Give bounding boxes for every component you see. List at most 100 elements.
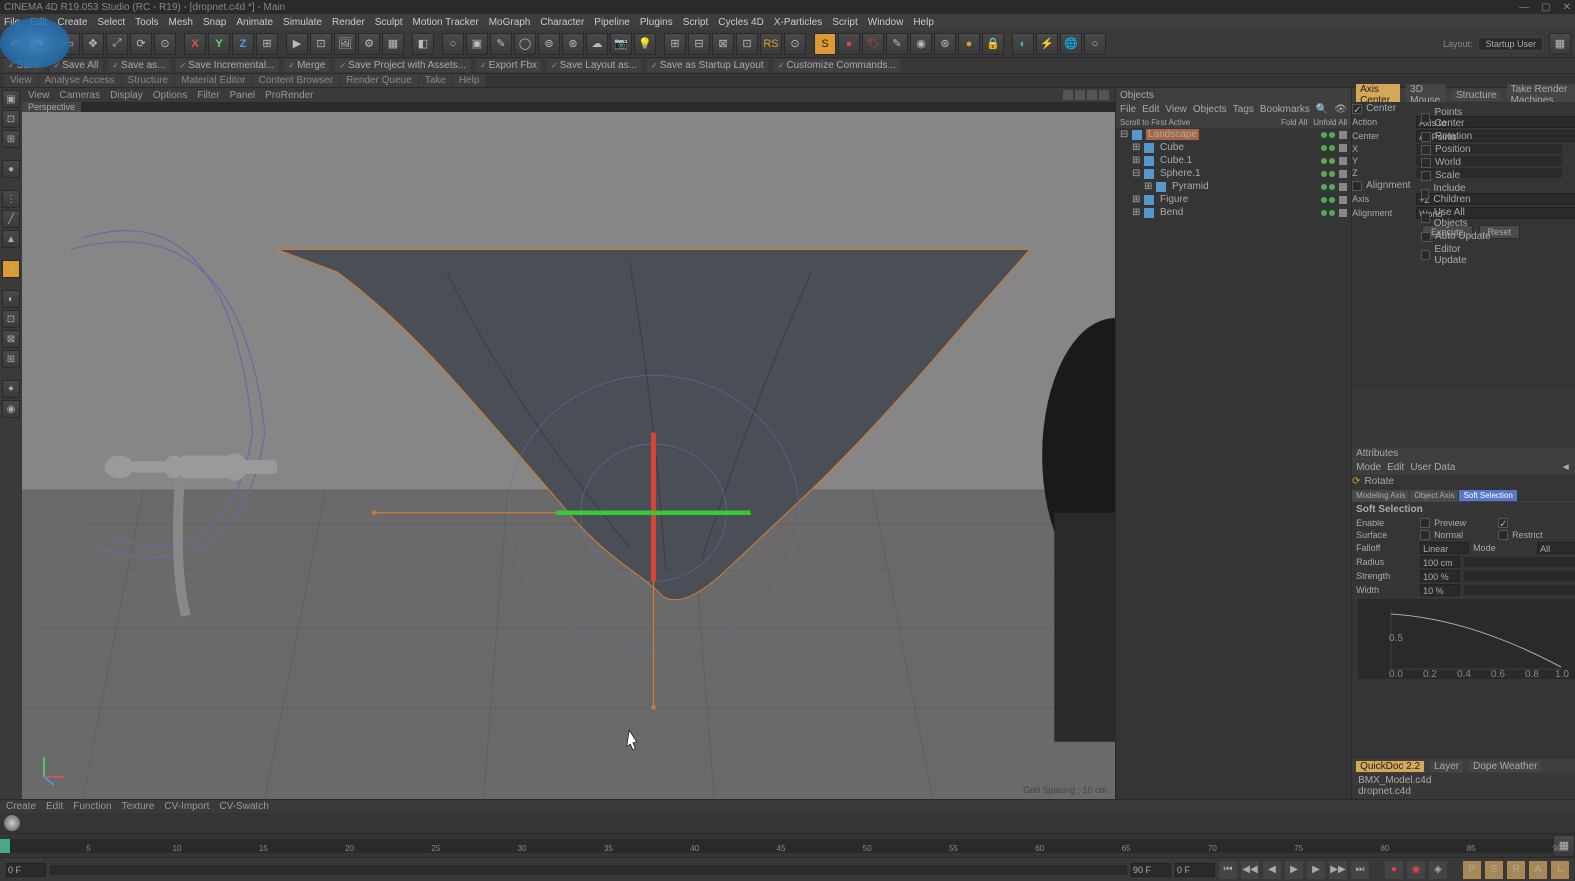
check-2[interactable] [1421, 145, 1431, 155]
quickdoc-item-0[interactable]: BMX_Model.c4d [1358, 775, 1575, 786]
menu-tools[interactable]: Tools [135, 17, 158, 28]
close-button[interactable]: ✕ [1563, 2, 1571, 13]
visibility-render-dot[interactable] [1329, 132, 1335, 138]
move-tool[interactable]: ✥ [82, 33, 104, 55]
visibility-editor-dot[interactable] [1321, 184, 1327, 190]
vpmenu-prorender[interactable]: ProRender [265, 90, 313, 101]
object-name-label[interactable]: Cube [1158, 142, 1186, 153]
radius-input[interactable]: 100 cm [1420, 556, 1460, 568]
plugin-lock[interactable]: 🔒 [982, 33, 1004, 55]
environment[interactable]: ☁ [586, 33, 608, 55]
mograph-icon4[interactable]: ⊡ [736, 33, 758, 55]
tweak-mode[interactable]: ✦ [2, 380, 20, 398]
menu-help[interactable]: Help [913, 17, 934, 28]
check-1[interactable] [1421, 132, 1431, 142]
render-region[interactable]: ⊡ [310, 33, 332, 55]
ttab-7[interactable]: Help [453, 74, 486, 87]
objmenu-view[interactable]: View [1165, 104, 1187, 115]
plugin-red[interactable]: ● [838, 33, 860, 55]
plugin-swirl[interactable]: ◉ [910, 33, 932, 55]
ttab-5[interactable]: Render Queue [340, 74, 418, 87]
key-pos-button[interactable]: P [1463, 861, 1481, 879]
menu-plugins[interactable]: Plugins [640, 17, 673, 28]
object-name-label[interactable]: Cube.1 [1158, 155, 1194, 166]
mograph-cloner[interactable]: ⊞ [664, 33, 686, 55]
minimize-button[interactable]: — [1519, 2, 1529, 13]
object-tag[interactable] [1339, 131, 1347, 139]
vpmenu-cameras[interactable]: Cameras [60, 90, 101, 101]
record-button[interactable]: ● [1385, 861, 1403, 879]
maximize-button[interactable]: ▢ [1541, 2, 1550, 13]
viewport-3d[interactable]: Grid Spacing : 10 cm [22, 112, 1115, 799]
menu-mesh[interactable]: Mesh [169, 17, 193, 28]
visibility-render-dot[interactable] [1329, 197, 1335, 203]
matmenu-edit[interactable]: Edit [46, 801, 63, 812]
ttab-1[interactable]: Analyse Access [39, 74, 121, 87]
frame-current-field[interactable] [1175, 863, 1215, 877]
ts-6[interactable]: Export Fbx [476, 59, 541, 72]
scale-tool[interactable]: ⤢ [106, 33, 128, 55]
strength-slider[interactable] [1464, 571, 1575, 581]
attr-menu-userdata[interactable]: User Data [1410, 462, 1455, 473]
plugin-atom[interactable]: ⊛ [934, 33, 956, 55]
tree-toggle[interactable]: ⊞ [1144, 181, 1152, 192]
check-8[interactable] [1421, 250, 1430, 260]
keyframe-sel-button[interactable]: ◈ [1429, 861, 1447, 879]
object-name-label[interactable]: Bend [1158, 207, 1185, 218]
edge-mode[interactable]: ╱ [2, 210, 20, 228]
visibility-editor-dot[interactable] [1321, 171, 1327, 177]
goto-end-button[interactable]: ⏭ [1351, 861, 1369, 879]
prev-frame-button[interactable]: ◀ [1263, 861, 1281, 879]
obj-row-cube-1[interactable]: ⊞Cube.1 [1116, 154, 1351, 167]
object-tag[interactable] [1339, 170, 1347, 178]
obj-row-landscape[interactable]: ⊟Landscape [1116, 128, 1351, 141]
next-key-button[interactable]: ▶▶ [1329, 861, 1347, 879]
width-slider[interactable] [1464, 585, 1575, 595]
enable-check[interactable] [1420, 518, 1430, 528]
strength-input[interactable]: 100 % [1420, 570, 1460, 582]
null-object[interactable]: ○ [442, 33, 464, 55]
check-7[interactable] [1421, 232, 1431, 242]
vpmenu-view[interactable]: View [28, 90, 50, 101]
viewport-perspective-tab[interactable]: Perspective [22, 102, 81, 112]
tab-quickdoc[interactable]: QuickDoc 2.2 [1356, 761, 1424, 772]
menu-sculpt[interactable]: Sculpt [375, 17, 403, 28]
falloff-curve-graph[interactable]: 0.5 0.0 0.2 0.4 0.6 0.8 1.0 [1358, 599, 1575, 679]
viewport-pan-icon[interactable] [1063, 90, 1073, 100]
viewport-maximize-icon[interactable] [1099, 90, 1109, 100]
scroll-first-active[interactable]: Scroll to First Active [1120, 118, 1190, 127]
spline-primitive[interactable]: ◯ [514, 33, 536, 55]
tab-layer[interactable]: Layer [1430, 761, 1463, 772]
picture-viewer[interactable]: 🖼 [334, 33, 356, 55]
vpmenu-display[interactable]: Display [110, 90, 143, 101]
key-param-button[interactable]: A [1529, 861, 1547, 879]
object-name-label[interactable]: Sphere.1 [1158, 168, 1203, 179]
obj-row-pyramid[interactable]: ⊞Pyramid [1116, 180, 1351, 193]
ttab-6[interactable]: Take [419, 74, 452, 87]
normal-check[interactable] [1498, 530, 1508, 540]
cycles-icon4[interactable]: ○ [1084, 33, 1106, 55]
coordinate-system[interactable]: ⊞ [256, 33, 278, 55]
obj-row-figure[interactable]: ⊞Figure [1116, 193, 1351, 206]
play-forward-button[interactable]: ▶ [1285, 861, 1303, 879]
unfold-all[interactable]: Unfold All [1313, 118, 1347, 127]
matmenu-texture[interactable]: Texture [122, 801, 155, 812]
tab-dope[interactable]: Dope Weather [1469, 761, 1541, 772]
menu-script[interactable]: Script [832, 17, 858, 28]
render-view[interactable]: ▶ [286, 33, 308, 55]
menu-pipeline[interactable]: Pipeline [594, 17, 630, 28]
attr-menu-mode[interactable]: Mode [1356, 462, 1381, 473]
menu-character[interactable]: Character [540, 17, 584, 28]
timeline-range-slider[interactable] [50, 865, 1127, 875]
objmenu-edit[interactable]: Edit [1142, 104, 1159, 115]
cube-primitive[interactable]: ▣ [466, 33, 488, 55]
cycles-icon3[interactable]: 🌐 [1060, 33, 1082, 55]
prev-key-button[interactable]: ◀◀ [1241, 861, 1259, 879]
mograph-icon3[interactable]: ⊠ [712, 33, 734, 55]
plugin-tag[interactable]: 🏷 [862, 33, 884, 55]
model-mode[interactable]: ▣ [2, 90, 20, 108]
light-object[interactable]: 💡 [634, 33, 656, 55]
object-name-label[interactable]: Figure [1158, 194, 1190, 205]
visibility-render-dot[interactable] [1329, 145, 1335, 151]
mograph-icon5[interactable]: RS [760, 33, 782, 55]
